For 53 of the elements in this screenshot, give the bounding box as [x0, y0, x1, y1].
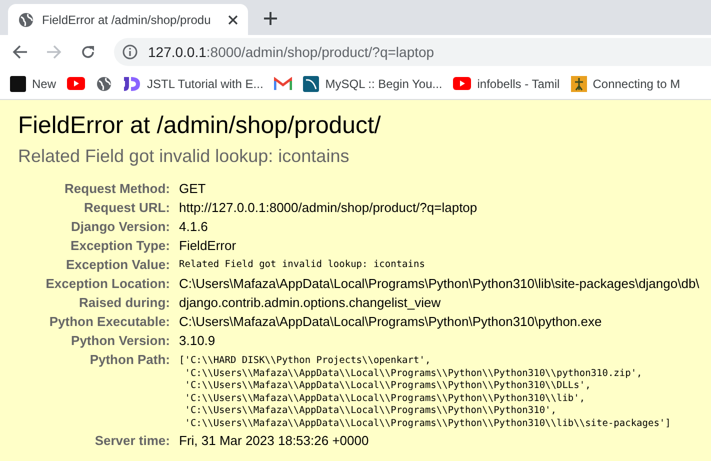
field-label: Exception Value:: [64, 257, 170, 273]
field-value: C:\Users\Mafaza\AppData\Local\Programs\Python\Python310\python.exe: [179, 314, 603, 330]
globe-icon: [96, 76, 112, 92]
bookmark-label: Connecting to M: [592, 76, 680, 90]
field-label: Django Version:: [70, 219, 170, 235]
close-icon[interactable]: [228, 14, 238, 24]
bookmark[interactable]: New: [10, 76, 56, 92]
bookmark[interactable]: [274, 76, 292, 90]
jd-logo-icon: [123, 76, 142, 92]
field-value: GET: [179, 181, 207, 197]
browser-tab[interactable]: FieldError at /admin/shop/produ: [8, 4, 248, 35]
bookmark[interactable]: [67, 77, 86, 90]
field-label: Python Executable:: [48, 314, 170, 330]
field-value: FieldError: [179, 238, 238, 254]
bookmark[interactable]: [96, 76, 112, 92]
field-label: Python Version:: [70, 333, 170, 349]
bookmark[interactable]: infobells - Tamil: [453, 76, 560, 90]
python-path-list: ['C:\\HARD DISK\\Python Projects\\openkart', 'C:\\Users\\Mafaza\\AppData\\Local\\Programs\\Python\\Python310\\python310.zip', 'C:\\Users\\Mafaza\\AppData\\Local\\Programs\\Python\\Python310\\DLLs', 'C:\\Users\\Mafaza\\AppData\\Local\\Programs\\Python\\Python310\\lib', 'C:\\Users\\Mafaza\\AppData\\Local\\Programs\\Python\\Python310', 'C:\\Users\\Mafaza\\AppData\\Local\\Programs\\Python\\Python310\\lib\\site-packages']: [179, 352, 700, 430]
play-button-icon: [453, 77, 472, 90]
field-label: Exception Location:: [44, 276, 170, 292]
field-value: 3.10.9: [179, 333, 216, 349]
field-label: Python Path:: [88, 352, 170, 369]
error-title: FieldError at /admin/shop/product/: [18, 112, 382, 140]
play-button-icon: [67, 77, 86, 90]
bookmark-label: JSTL Tutorial with E...: [147, 76, 264, 90]
field-value: Fri, 31 Mar 2023 18:53:26 +0000: [179, 433, 370, 449]
address-bar[interactable]: 127.0.0.1:8000/admin/shop/product/?q=laptop: [114, 38, 711, 66]
bookmark[interactable]: MySQL :: Begin You...: [303, 76, 442, 92]
field-value: django.contrib.admin.options.changelist_view: [179, 295, 442, 311]
field-value: 4.1.6: [179, 219, 209, 235]
field-label: Request URL:: [83, 200, 170, 216]
field-label: Server time:: [94, 433, 170, 449]
field-value: http://127.0.0.1:8000/admin/shop/product/?q=laptop: [179, 200, 478, 216]
globe-icon: [18, 12, 34, 28]
info-icon: [122, 44, 138, 60]
field-value: C:\Users\Mafaza\AppData\Local\Programs\Python\Python310\lib\site-packages\django\db\: [179, 276, 700, 292]
new-tab-icon[interactable]: [264, 12, 277, 25]
envelope-m-icon: [274, 76, 292, 90]
bookmark-label: MySQL :: Begin You...: [325, 76, 442, 90]
bookmark-label: New: [32, 76, 56, 90]
field-value: Related Field got invalid lookup: icontains: [179, 258, 426, 272]
tab-title: FieldError at /admin/shop/produ: [42, 12, 212, 26]
error-message: Related Field got invalid lookup: icontains: [18, 146, 350, 167]
reload-icon[interactable]: [80, 44, 96, 60]
field-label: Raised during:: [78, 295, 170, 311]
field-label: Exception Type:: [70, 238, 170, 254]
bookmark[interactable]: JSTL Tutorial with E...: [123, 76, 264, 92]
field-label: Request Method:: [64, 181, 170, 197]
bookmark[interactable]: Connecting to M: [570, 76, 680, 92]
back-arrow-icon[interactable]: [12, 44, 28, 60]
bookmark-label: infobells - Tamil: [477, 76, 560, 90]
figure-icon: [570, 76, 587, 92]
url-text: 127.0.0.1:8000/admin/shop/product/?q=laptop: [148, 44, 434, 60]
